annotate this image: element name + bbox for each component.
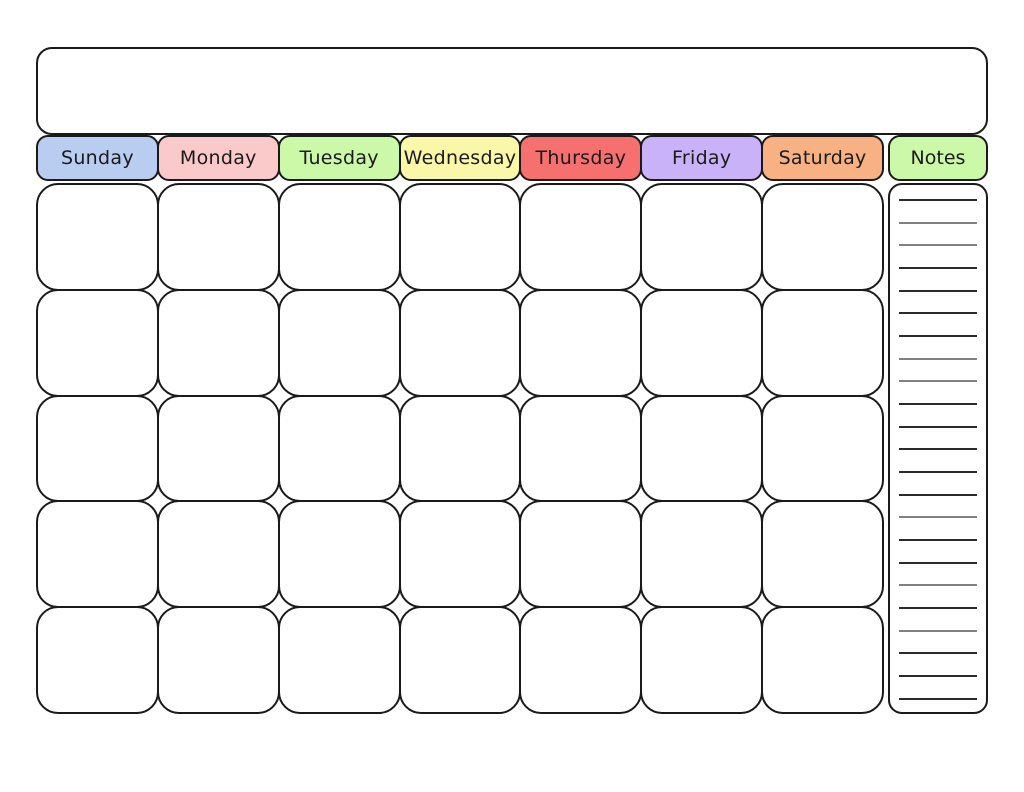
weekday-label: Sunday [60, 147, 134, 169]
notes-ruled-line [899, 607, 977, 610]
day-cell[interactable] [640, 500, 764, 609]
day-cell[interactable] [277, 183, 401, 291]
notes-ruled-line [899, 675, 977, 678]
calendar-week-row [36, 500, 885, 609]
notes-ruled-line [899, 335, 977, 338]
weekday-label: Saturday [778, 147, 867, 169]
notes-ruled-line [899, 199, 977, 201]
day-cell[interactable] [519, 606, 643, 714]
notes-ruled-line [899, 221, 977, 224]
notes-ruled-line [899, 584, 977, 587]
notes-ruled-line [899, 357, 977, 360]
day-cell[interactable] [398, 606, 522, 714]
weekday-header-friday: Friday [640, 135, 764, 181]
notes-ruled-line [899, 652, 977, 655]
day-cell[interactable] [761, 183, 885, 291]
day-cell[interactable] [156, 288, 280, 397]
day-cell[interactable] [36, 606, 159, 714]
weekday-label: Friday [672, 147, 732, 169]
calendar-page: Sunday Monday Tuesday Wednesday Thursday Frid… [0, 0, 1024, 792]
weekday-header-wednesday: Wednesday [398, 135, 522, 181]
notes-ruled-line [899, 516, 977, 519]
weekday-header-tuesday: Tuesday [277, 135, 401, 181]
weekday-header-row: Sunday Monday Tuesday Wednesday Thursday Frid… [36, 135, 885, 181]
weekday-header-sunday: Sunday [36, 135, 159, 181]
notes-header-label: Notes [910, 147, 966, 169]
weekday-header-thursday: Thursday [519, 135, 643, 181]
notes-ruled-line [899, 697, 977, 700]
day-cell[interactable] [36, 500, 159, 609]
calendar-week-row [36, 183, 885, 291]
notes-panel[interactable] [888, 183, 988, 714]
day-cell[interactable] [761, 288, 885, 397]
day-cell[interactable] [277, 288, 401, 397]
day-cell[interactable] [519, 394, 643, 503]
notes-ruled-line [899, 380, 977, 383]
day-cell[interactable] [277, 394, 401, 503]
notes-ruled-line [899, 471, 977, 474]
notes-ruled-line [899, 244, 977, 247]
day-cell[interactable] [156, 606, 280, 714]
day-cell[interactable] [640, 183, 764, 291]
day-cell[interactable] [36, 288, 159, 397]
notes-ruled-line [899, 629, 977, 632]
weekday-label: Tuesday [299, 147, 379, 169]
day-cell[interactable] [640, 606, 764, 714]
notes-ruled-line [899, 493, 977, 496]
calendar-week-row [36, 394, 885, 503]
weekday-label: Monday [179, 147, 257, 169]
weekday-header-saturday: Saturday [761, 135, 885, 181]
day-cell[interactable] [398, 183, 522, 291]
day-cell[interactable] [277, 500, 401, 609]
day-cell[interactable] [156, 183, 280, 291]
day-cell[interactable] [519, 288, 643, 397]
day-cell[interactable] [156, 394, 280, 503]
day-cell[interactable] [36, 394, 159, 503]
day-grid [36, 183, 885, 714]
day-cell[interactable] [398, 500, 522, 609]
notes-ruled-line [899, 289, 977, 292]
day-cell[interactable] [277, 606, 401, 714]
day-cell[interactable] [761, 394, 885, 503]
day-cell[interactable] [640, 394, 764, 503]
calendar-week-row [36, 288, 885, 397]
title-banner[interactable] [36, 47, 988, 135]
notes-ruled-line [899, 561, 977, 564]
calendar-week-row [36, 606, 885, 714]
day-cell[interactable] [398, 394, 522, 503]
notes-ruled-line [899, 312, 977, 315]
day-cell[interactable] [519, 500, 643, 609]
notes-ruled-line [899, 267, 977, 270]
day-cell[interactable] [36, 183, 159, 291]
day-cell[interactable] [761, 606, 885, 714]
notes-ruled-line [899, 448, 977, 451]
day-cell[interactable] [761, 500, 885, 609]
weekday-label: Wednesday [403, 147, 517, 169]
notes-ruled-line [899, 425, 977, 428]
day-cell[interactable] [398, 288, 522, 397]
day-cell[interactable] [519, 183, 643, 291]
day-cell[interactable] [640, 288, 764, 397]
notes-ruled-line [899, 539, 977, 542]
weekday-label: Thursday [535, 147, 627, 169]
notes-ruled-line [899, 403, 977, 406]
notes-header: Notes [888, 135, 988, 181]
weekday-header-monday: Monday [156, 135, 280, 181]
day-cell[interactable] [156, 500, 280, 609]
